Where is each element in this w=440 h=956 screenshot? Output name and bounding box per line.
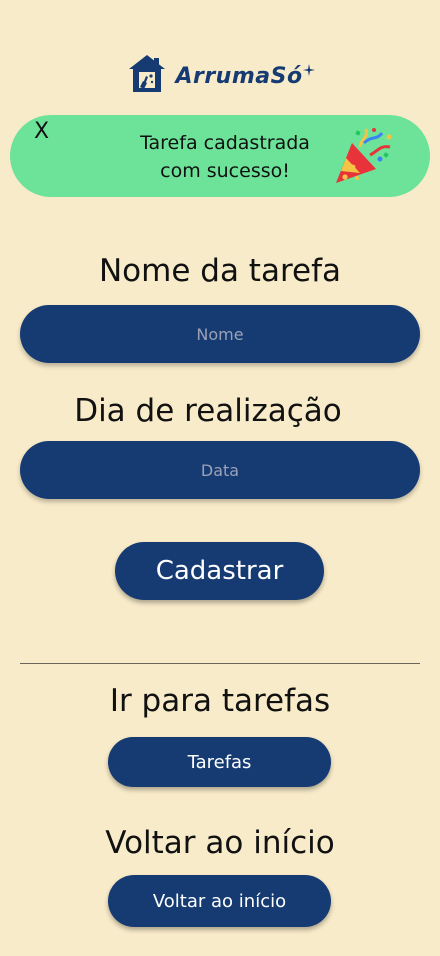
tasks-button[interactable]: Tarefas bbox=[108, 737, 331, 787]
back-home-button[interactable]: Voltar ao início bbox=[108, 875, 331, 927]
toast-message-line1: Tarefa cadastrada bbox=[140, 132, 310, 154]
toast-message-line2: com sucesso! bbox=[160, 160, 290, 182]
date-input[interactable] bbox=[20, 441, 420, 499]
back-home-heading: Voltar ao início bbox=[105, 825, 335, 861]
date-heading: Dia de realização bbox=[74, 393, 342, 429]
toast-message: Tarefa cadastrada com sucesso! bbox=[105, 129, 345, 185]
toast-close-button[interactable]: X bbox=[34, 121, 49, 143]
go-to-tasks-heading: Ir para tarefas bbox=[109, 683, 331, 719]
sparkle-icon bbox=[302, 61, 315, 80]
task-name-heading: Nome da tarefa bbox=[98, 253, 341, 289]
section-divider bbox=[20, 663, 420, 664]
task-name-input[interactable] bbox=[20, 305, 420, 363]
house-cleaning-icon bbox=[125, 52, 169, 100]
app-logo: ArrumaSó bbox=[0, 52, 440, 100]
register-button[interactable]: Cadastrar bbox=[115, 542, 324, 600]
party-popper-icon bbox=[334, 125, 396, 193]
app-name: ArrumaSó bbox=[175, 63, 303, 89]
success-toast: X Tarefa cadastrada com sucesso! bbox=[10, 115, 430, 197]
